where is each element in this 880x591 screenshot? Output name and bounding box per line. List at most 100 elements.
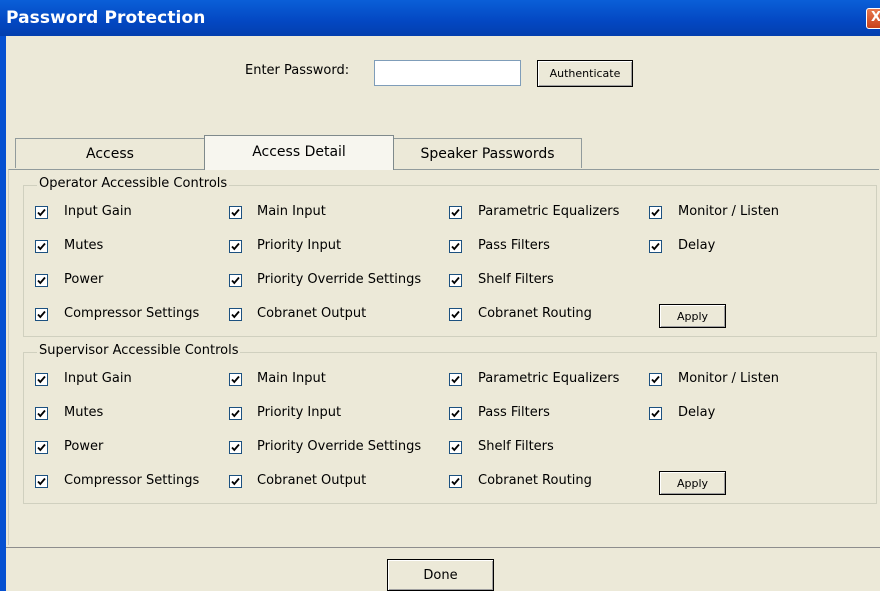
supervisor-priority-override-settings-checkbox[interactable] [229, 441, 242, 454]
checkmark-icon [231, 409, 240, 418]
window-frame-left [0, 36, 6, 591]
operator-mutes-checkbox[interactable] [35, 240, 48, 253]
operator-pass-filters-checkbox[interactable] [449, 240, 462, 253]
supervisor-mutes-label[interactable]: Mutes [64, 405, 103, 420]
operator-group-title: Operator Accessible Controls [37, 176, 230, 191]
checkmark-icon [231, 477, 240, 486]
checkmark-icon [231, 443, 240, 452]
operator-input-gain-label[interactable]: Input Gain [64, 204, 132, 219]
supervisor-main-input-label[interactable]: Main Input [257, 371, 326, 386]
checkmark-icon [37, 276, 46, 285]
done-button[interactable]: Done [387, 559, 494, 591]
supervisor-shelf-filters-label[interactable]: Shelf Filters [478, 439, 554, 454]
supervisor-priority-input-checkbox[interactable] [229, 407, 242, 420]
tab-speaker-passwords[interactable]: Speaker Passwords [393, 138, 582, 168]
checkmark-icon [37, 477, 46, 486]
title-bar: Password Protection X [0, 0, 880, 36]
footer-divider [6, 547, 880, 548]
operator-shelf-filters-checkbox[interactable] [449, 274, 462, 287]
operator-monitor-listen-checkbox[interactable] [649, 206, 662, 219]
operator-shelf-filters-label[interactable]: Shelf Filters [478, 272, 554, 287]
operator-cobranet-output-checkbox[interactable] [229, 308, 242, 321]
supervisor-parametric-equalizers-checkbox[interactable] [449, 373, 462, 386]
operator-mutes-label[interactable]: Mutes [64, 238, 103, 253]
window-title: Password Protection [6, 8, 206, 28]
checkmark-icon [451, 375, 460, 384]
checkmark-icon [37, 242, 46, 251]
operator-priority-input-checkbox[interactable] [229, 240, 242, 253]
operator-compressor-settings-label[interactable]: Compressor Settings [64, 306, 199, 321]
operator-parametric-equalizers-checkbox[interactable] [449, 206, 462, 219]
supervisor-priority-input-label[interactable]: Priority Input [257, 405, 341, 420]
checkmark-icon [231, 276, 240, 285]
supervisor-delay-checkbox[interactable] [649, 407, 662, 420]
supervisor-cobranet-output-checkbox[interactable] [229, 475, 242, 488]
checkmark-icon [451, 276, 460, 285]
checkmark-icon [451, 443, 460, 452]
checkmark-icon [231, 242, 240, 251]
operator-cobranet-routing-label[interactable]: Cobranet Routing [478, 306, 592, 321]
operator-main-input-label[interactable]: Main Input [257, 204, 326, 219]
operator-delay-label[interactable]: Delay [678, 238, 715, 253]
supervisor-pass-filters-checkbox[interactable] [449, 407, 462, 420]
operator-power-label[interactable]: Power [64, 272, 103, 287]
supervisor-input-gain-checkbox[interactable] [35, 373, 48, 386]
supervisor-monitor-listen-checkbox[interactable] [649, 373, 662, 386]
supervisor-monitor-listen-label[interactable]: Monitor / Listen [678, 371, 779, 386]
close-icon: X [870, 10, 880, 25]
operator-apply-button[interactable]: Apply [659, 304, 726, 328]
operator-delay-checkbox[interactable] [649, 240, 662, 253]
password-label: Enter Password: [245, 63, 350, 78]
password-input[interactable] [374, 60, 521, 86]
operator-cobranet-output-label[interactable]: Cobranet Output [257, 306, 366, 321]
operator-pass-filters-label[interactable]: Pass Filters [478, 238, 550, 253]
checkmark-icon [451, 208, 460, 217]
tab-access[interactable]: Access [15, 138, 205, 168]
operator-monitor-listen-label[interactable]: Monitor / Listen [678, 204, 779, 219]
checkmark-icon [37, 409, 46, 418]
supervisor-pass-filters-label[interactable]: Pass Filters [478, 405, 550, 420]
checkmark-icon [37, 443, 46, 452]
checkmark-icon [451, 409, 460, 418]
checkmark-icon [37, 375, 46, 384]
checkmark-icon [451, 242, 460, 251]
supervisor-power-checkbox[interactable] [35, 441, 48, 454]
operator-main-input-checkbox[interactable] [229, 206, 242, 219]
checkmark-icon [37, 310, 46, 319]
operator-power-checkbox[interactable] [35, 274, 48, 287]
supervisor-priority-override-settings-label[interactable]: Priority Override Settings [257, 439, 421, 454]
operator-parametric-equalizers-label[interactable]: Parametric Equalizers [478, 204, 619, 219]
operator-input-gain-checkbox[interactable] [35, 206, 48, 219]
operator-priority-input-label[interactable]: Priority Input [257, 238, 341, 253]
supervisor-compressor-settings-checkbox[interactable] [35, 475, 48, 488]
checkmark-icon [651, 208, 660, 217]
tab-access-detail[interactable]: Access Detail [204, 135, 394, 170]
supervisor-parametric-equalizers-label[interactable]: Parametric Equalizers [478, 371, 619, 386]
checkmark-icon [231, 208, 240, 217]
checkmark-icon [451, 310, 460, 319]
supervisor-power-label[interactable]: Power [64, 439, 103, 454]
supervisor-apply-button[interactable]: Apply [659, 471, 726, 495]
checkmark-icon [651, 242, 660, 251]
operator-priority-override-settings-label[interactable]: Priority Override Settings [257, 272, 421, 287]
supervisor-mutes-checkbox[interactable] [35, 407, 48, 420]
checkmark-icon [651, 375, 660, 384]
checkmark-icon [231, 375, 240, 384]
supervisor-compressor-settings-label[interactable]: Compressor Settings [64, 473, 199, 488]
supervisor-input-gain-label[interactable]: Input Gain [64, 371, 132, 386]
close-button[interactable]: X [866, 8, 880, 29]
operator-priority-override-settings-checkbox[interactable] [229, 274, 242, 287]
checkmark-icon [231, 310, 240, 319]
supervisor-delay-label[interactable]: Delay [678, 405, 715, 420]
supervisor-cobranet-output-label[interactable]: Cobranet Output [257, 473, 366, 488]
authenticate-button[interactable]: Authenticate [537, 60, 633, 87]
supervisor-group-title: Supervisor Accessible Controls [37, 343, 241, 358]
checkmark-icon [651, 409, 660, 418]
supervisor-cobranet-routing-label[interactable]: Cobranet Routing [478, 473, 592, 488]
operator-compressor-settings-checkbox[interactable] [35, 308, 48, 321]
supervisor-main-input-checkbox[interactable] [229, 373, 242, 386]
checkmark-icon [37, 208, 46, 217]
operator-cobranet-routing-checkbox[interactable] [449, 308, 462, 321]
supervisor-shelf-filters-checkbox[interactable] [449, 441, 462, 454]
supervisor-cobranet-routing-checkbox[interactable] [449, 475, 462, 488]
